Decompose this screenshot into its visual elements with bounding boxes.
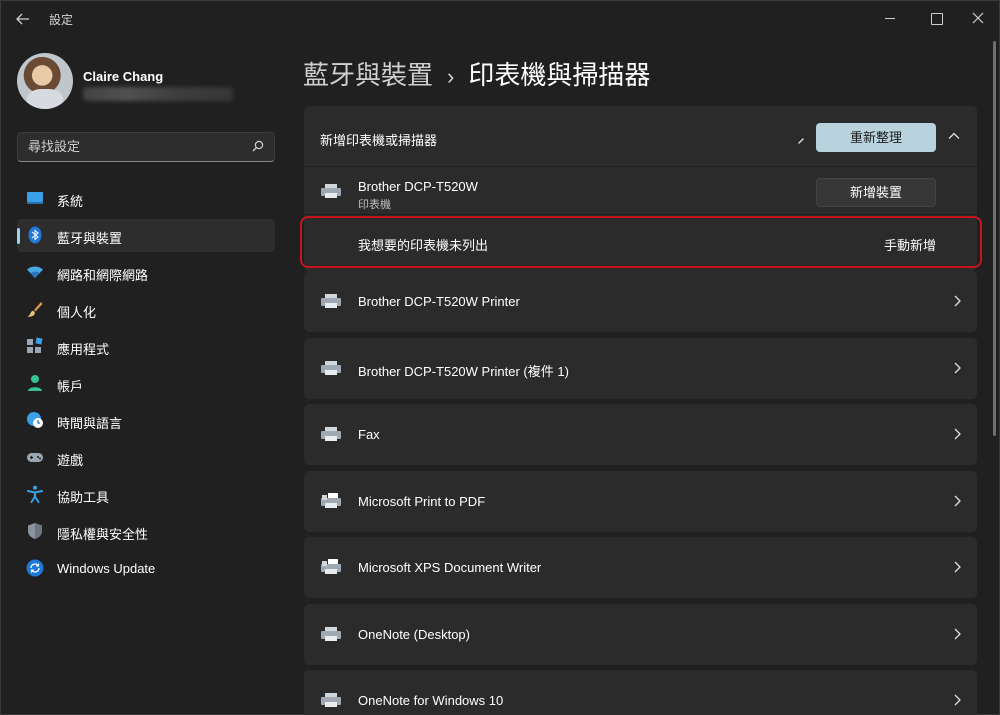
sidebar-item-gaming[interactable]: 遊戲 bbox=[17, 441, 275, 474]
printer-name: Microsoft XPS Document Writer bbox=[358, 560, 542, 575]
add-device-button[interactable]: 新增裝置 bbox=[816, 178, 936, 207]
sidebar-item-privacy-security[interactable]: 隱私權與安全性 bbox=[17, 515, 275, 548]
gamepad-icon bbox=[27, 453, 43, 462]
sidebar-item-label: 個人化 bbox=[57, 305, 97, 320]
apps-icon bbox=[27, 337, 43, 353]
chevron-right-icon bbox=[954, 628, 961, 639]
sidebar-item-network[interactable]: 網路和網際網路 bbox=[17, 256, 275, 289]
wifi-icon bbox=[27, 266, 43, 278]
refresh-button[interactable]: 重新整理 bbox=[816, 123, 936, 152]
printer-item[interactable]: Fax bbox=[304, 404, 977, 465]
add-printer-label: 新增印表機或掃描器 bbox=[320, 133, 438, 148]
printer-icon bbox=[321, 184, 341, 198]
app-title: 設定 bbox=[49, 13, 74, 27]
printer-item[interactable]: Brother DCP-T520W Printer (複件 1) bbox=[304, 337, 977, 399]
sidebar-item-label: 應用程式 bbox=[57, 342, 110, 357]
printer-item[interactable]: Microsoft Print to PDF bbox=[304, 470, 977, 532]
pdf-printer-icon bbox=[321, 559, 341, 574]
sidebar-item-personalization[interactable]: 個人化 bbox=[17, 293, 275, 326]
printer-name: Microsoft Print to PDF bbox=[358, 493, 486, 509]
sidebar-item-label: 藍牙與裝置 bbox=[57, 231, 123, 246]
chevron-up-icon[interactable] bbox=[946, 128, 962, 144]
search-input[interactable] bbox=[28, 139, 228, 154]
account-icon bbox=[28, 375, 42, 391]
chevron-right-icon bbox=[954, 694, 961, 706]
sidebar-item-label: 帳戶 bbox=[57, 379, 84, 394]
printer-item[interactable]: Microsoft XPS Document Writer bbox=[304, 537, 977, 598]
add-printer-header[interactable]: 新增印表機或掃描器 重新整理 bbox=[304, 106, 977, 167]
sidebar-nav: 系統 藍牙與裝置 網路和網際網路 個人化 應用程式 帳戶 時間與語言 遊戲 協助… bbox=[17, 182, 275, 589]
printer-icon bbox=[321, 360, 341, 375]
maximize-icon[interactable] bbox=[923, 7, 949, 29]
breadcrumb: 藍牙與裝置 › 印表機與掃描器 bbox=[303, 55, 650, 92]
system-icon bbox=[27, 192, 43, 204]
shield-icon bbox=[28, 523, 42, 539]
sidebar-item-time-language[interactable]: 時間與語言 bbox=[17, 404, 275, 437]
printer-icon bbox=[321, 693, 341, 707]
pdf-printer-icon bbox=[321, 492, 341, 508]
accessibility-icon bbox=[27, 485, 43, 503]
user-email-redacted bbox=[83, 87, 233, 101]
highlight-annotation bbox=[300, 216, 982, 268]
update-icon bbox=[26, 559, 44, 577]
breadcrumb-parent[interactable]: 藍牙與裝置 bbox=[303, 60, 433, 90]
sidebar-item-windows-update[interactable]: Windows Update bbox=[17, 552, 275, 585]
chevron-right-icon bbox=[954, 428, 961, 440]
found-device-row: Brother DCP-T520W 印表機 新增裝置 bbox=[304, 168, 977, 215]
search-box[interactable] bbox=[17, 132, 275, 162]
chevron-right-icon bbox=[954, 362, 961, 373]
user-name: Claire Chang bbox=[83, 69, 164, 84]
sidebar-item-accounts[interactable]: 帳戶 bbox=[17, 367, 275, 400]
printer-item[interactable]: Brother DCP-T520W Printer bbox=[304, 271, 977, 332]
found-device-type: 印表機 bbox=[358, 199, 391, 211]
printer-icon bbox=[321, 294, 341, 308]
sidebar-item-label: 系統 bbox=[57, 194, 84, 209]
minimize-icon[interactable] bbox=[877, 7, 903, 29]
scrollbar[interactable] bbox=[993, 41, 996, 436]
settings-window: 設定 Claire Chang 系統 藍牙與裝置 網路和網際網路 個人化 bbox=[0, 0, 1000, 715]
sidebar-item-bluetooth-devices[interactable]: 藍牙與裝置 bbox=[17, 219, 275, 252]
sidebar-item-label: 時間與語言 bbox=[57, 416, 123, 431]
title-bar: 設定 bbox=[1, 1, 1000, 35]
sidebar-item-label: 遊戲 bbox=[57, 453, 84, 468]
printer-item[interactable]: OneNote for Windows 10 bbox=[304, 670, 977, 715]
sidebar-item-label: 隱私權與安全性 bbox=[57, 527, 149, 542]
sidebar-item-label: Windows Update bbox=[57, 561, 156, 576]
printer-name: OneNote (Desktop) bbox=[358, 626, 470, 642]
page-title: 印表機與掃描器 bbox=[468, 60, 651, 90]
avatar[interactable] bbox=[17, 53, 73, 109]
printer-name: Fax bbox=[358, 427, 380, 442]
chevron-right-icon bbox=[954, 561, 961, 573]
search-icon[interactable] bbox=[252, 140, 264, 152]
close-icon[interactable] bbox=[965, 7, 991, 29]
printer-icon bbox=[321, 626, 341, 641]
loading-spinner-icon bbox=[798, 138, 804, 144]
chevron-right-icon bbox=[954, 295, 961, 307]
printer-name: Brother DCP-T520W Printer bbox=[358, 294, 520, 309]
sidebar-item-apps[interactable]: 應用程式 bbox=[17, 330, 275, 363]
printer-name: OneNote for Windows 10 bbox=[358, 693, 504, 708]
breadcrumb-separator: › bbox=[447, 64, 455, 89]
found-device-name: Brother DCP-T520W bbox=[358, 179, 478, 194]
chevron-right-icon bbox=[954, 495, 961, 506]
printer-icon bbox=[321, 427, 341, 441]
sidebar-item-accessibility[interactable]: 協助工具 bbox=[17, 478, 275, 511]
globe-clock-icon bbox=[27, 412, 43, 428]
sidebar-item-label: 網路和網際網路 bbox=[57, 268, 149, 283]
brush-icon bbox=[27, 302, 43, 317]
printer-name: Brother DCP-T520W Printer (複件 1) bbox=[358, 363, 569, 379]
printer-item[interactable]: OneNote (Desktop) bbox=[304, 603, 977, 665]
sidebar-item-label: 協助工具 bbox=[57, 490, 110, 505]
sidebar-item-system[interactable]: 系統 bbox=[17, 182, 275, 215]
back-arrow-icon[interactable] bbox=[11, 9, 35, 29]
bluetooth-icon bbox=[28, 226, 42, 244]
